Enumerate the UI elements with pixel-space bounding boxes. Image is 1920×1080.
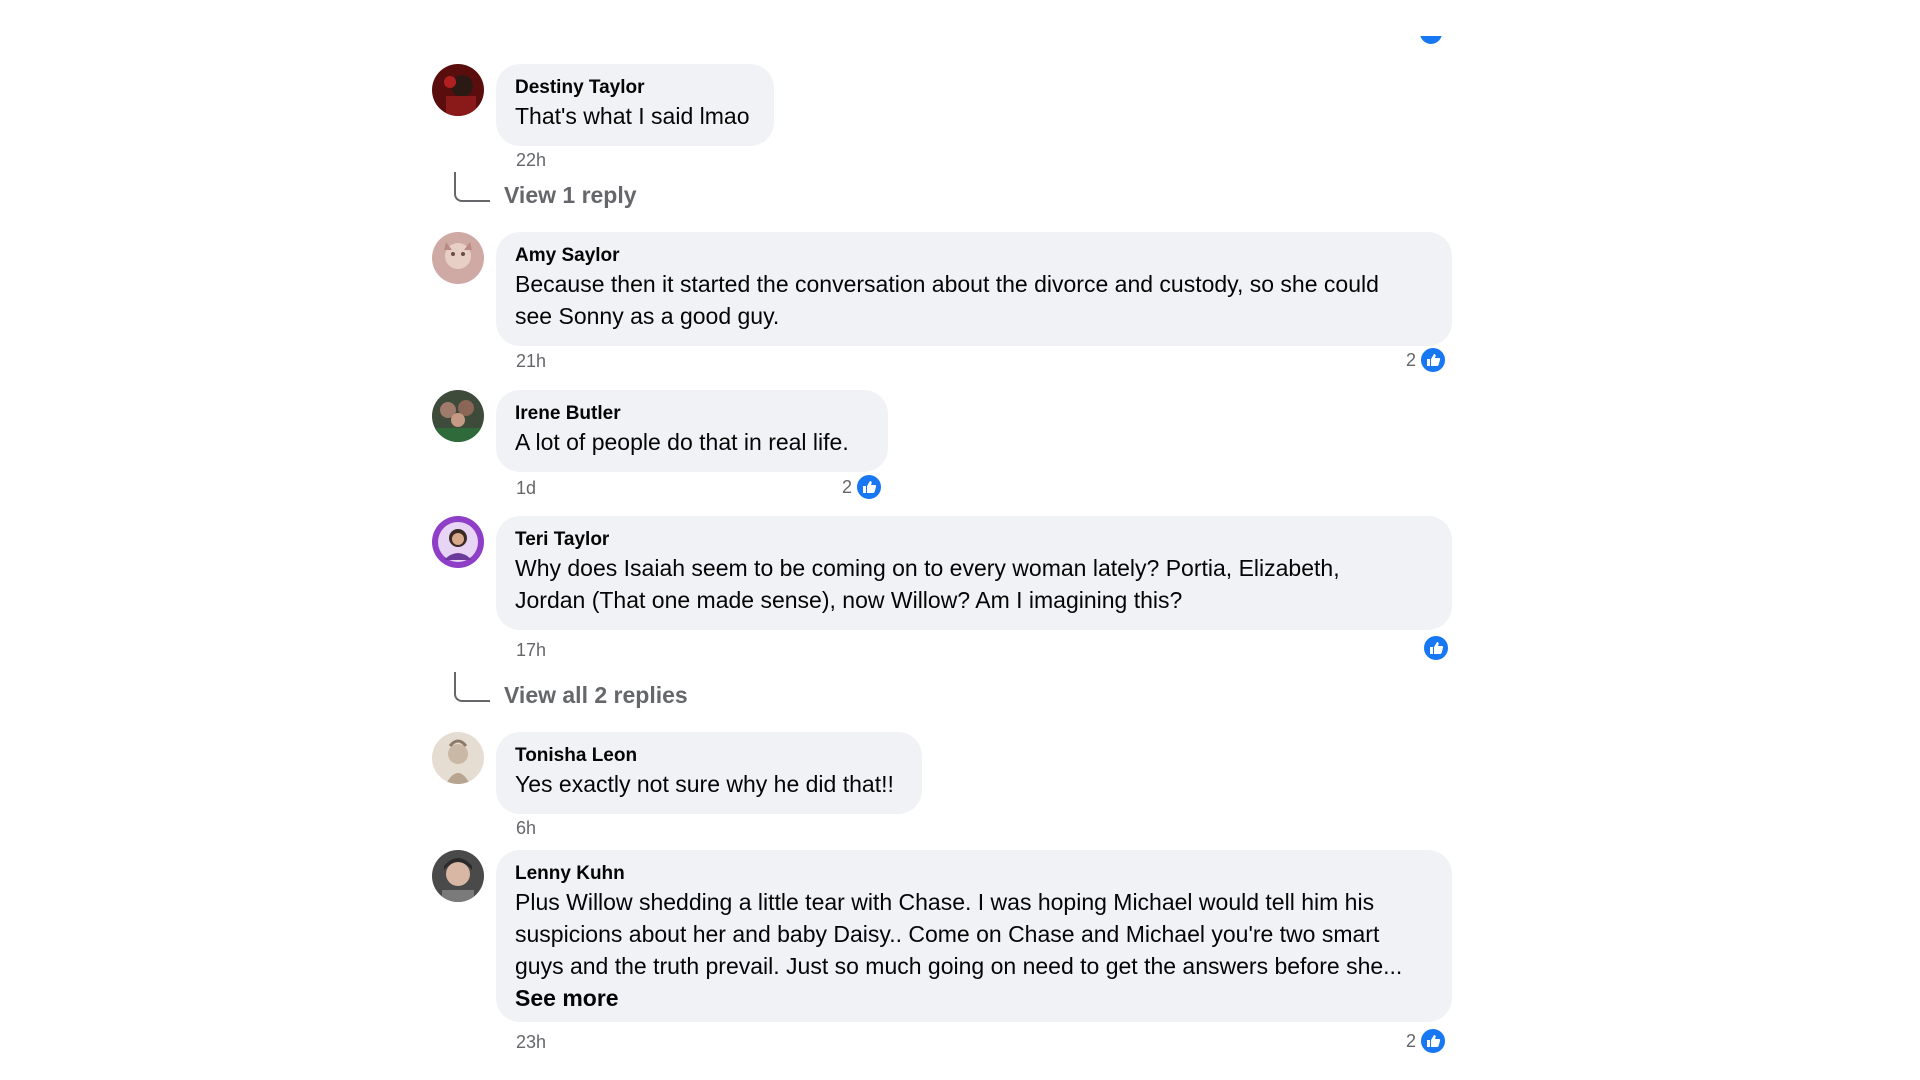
like-icon [1422,634,1450,662]
comments-page: Destiny Taylor That's what I said lmao 2… [0,0,1920,1080]
comment-time[interactable]: 23h [516,1031,546,1053]
comment-time[interactable]: 6h [516,817,536,839]
comment-text-line: guys and the truth prevail. Just so much… [515,953,1403,979]
reactions[interactable]: 2 [1406,1027,1448,1055]
comment-time[interactable]: 17h [516,639,546,661]
reactions[interactable] [1422,634,1450,662]
comment-bubble: Lenny Kuhn Plus Willow shedding a little… [496,850,1452,1022]
reply-connector-line [454,172,490,202]
comment-author[interactable]: Amy Saylor [515,244,1434,268]
like-icon-partial [1420,36,1442,50]
reaction-count: 2 [1406,1030,1417,1051]
comment-author[interactable]: Lenny Kuhn [515,862,1434,886]
comment-author[interactable]: Destiny Taylor [515,76,756,100]
avatar[interactable] [432,732,484,784]
see-more-link[interactable]: See more [515,982,1434,1014]
comment-bubble: Destiny Taylor That's what I said lmao [496,64,774,146]
avatar[interactable] [432,232,484,284]
like-icon [1419,1027,1448,1055]
comment-time[interactable]: 1d [516,477,536,499]
view-replies-link[interactable]: View all 2 replies [504,682,688,709]
avatar[interactable] [432,64,484,116]
view-replies-link[interactable]: View 1 reply [504,182,637,209]
like-icon [855,473,884,501]
avatar[interactable] [432,850,484,902]
avatar[interactable] [432,516,484,568]
comment-text-line: Because then it started the conversation… [515,271,1379,297]
reply-connector-line [454,672,490,702]
avatar[interactable] [432,390,484,442]
reactions[interactable]: 2 [842,473,884,501]
comment-text-line: Jordan (That one made sense), now Willow… [515,587,1183,613]
comment-text-line: Why does Isaiah seem to be coming on to … [515,555,1340,581]
comment-bubble: Irene Butler A lot of people do that in … [496,390,888,472]
comment-bubble: Amy Saylor Because then it started the c… [496,232,1452,346]
comment-text-line: suspicions about her and baby Daisy.. Co… [515,921,1380,947]
comment-author[interactable]: Irene Butler [515,402,870,426]
comment-text: A lot of people do that in real life. [515,429,849,455]
reaction-count: 2 [842,476,853,497]
comment-text-line: Plus Willow shedding a little tear with … [515,889,1375,915]
reaction-count: 2 [1406,349,1417,370]
like-icon [1419,346,1448,374]
reactions[interactable]: 2 [1406,346,1448,374]
comment-text: That's what I said lmao [515,103,750,129]
comment-author[interactable]: Teri Taylor [515,528,1434,552]
comment-time[interactable]: 22h [516,149,546,171]
comment-author[interactable]: Tonisha Leon [515,744,904,768]
comment-text-line: see Sonny as a good guy. [515,303,780,329]
comment-text: Yes exactly not sure why he did that!! [515,771,894,797]
comment-bubble: Teri Taylor Why does Isaiah seem to be c… [496,516,1452,630]
comment-bubble: Tonisha Leon Yes exactly not sure why he… [496,732,922,814]
comment-time[interactable]: 21h [516,350,546,372]
